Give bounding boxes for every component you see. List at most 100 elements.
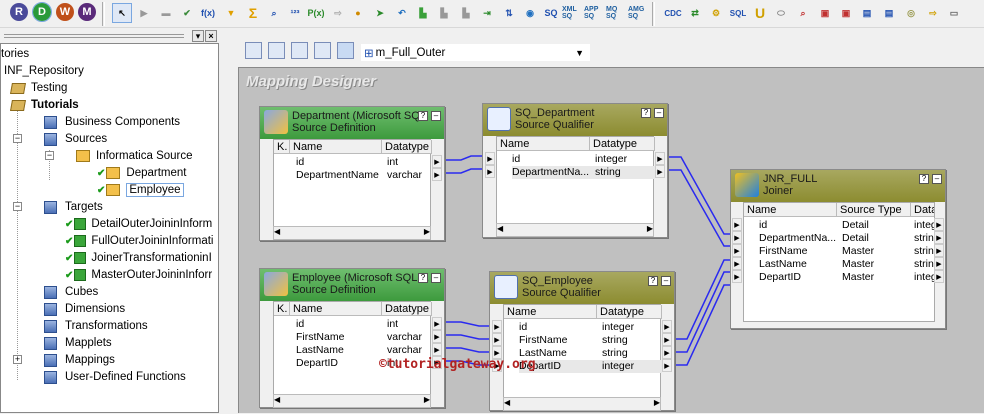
cdc-icon[interactable]: CDC xyxy=(663,3,683,23)
port-name[interactable]: id xyxy=(512,153,520,166)
router-icon[interactable]: ➤ xyxy=(370,3,390,23)
tree-item-department[interactable]: ✔ Department xyxy=(97,165,186,181)
port-name[interactable]: id xyxy=(296,156,304,169)
panel-menu-button[interactable]: ▾ xyxy=(192,30,204,42)
input-port-arrow[interactable]: ▶ xyxy=(485,165,495,178)
port-name[interactable]: DepartID xyxy=(296,357,338,370)
app-sq-icon[interactable]: APP SQ xyxy=(584,3,604,23)
output-port-arrow[interactable]: ▶ xyxy=(432,168,442,181)
tree-item-dimensions[interactable]: Dimensions xyxy=(44,301,125,317)
transaction-icon[interactable]: ● xyxy=(348,3,368,23)
port-name[interactable]: id xyxy=(759,219,767,232)
sorter-icon[interactable]: ▙ xyxy=(456,3,476,23)
filter-icon[interactable]: ▼ xyxy=(221,3,241,23)
target-designer-icon[interactable] xyxy=(268,42,285,59)
input-port-arrow[interactable]: ▶ xyxy=(492,333,502,346)
output-port-arrow[interactable]: ▶ xyxy=(432,155,442,168)
union-icon[interactable]: ◉ xyxy=(520,3,540,23)
collapse-sources-toggle[interactable]: − xyxy=(13,134,22,143)
workflow-monitor-button[interactable]: M xyxy=(78,3,96,21)
output-port-arrow[interactable]: ▶ xyxy=(432,330,442,343)
output-port-arrow[interactable]: ▶ xyxy=(662,333,672,346)
storage-icon[interactable]: ⬭ xyxy=(771,3,791,23)
input-port-arrow[interactable]: ▶ xyxy=(732,231,742,244)
department-source-definition[interactable]: Department (Microsoft SQ... Source Defini… xyxy=(259,106,445,241)
minimize-button[interactable]: – xyxy=(431,111,441,121)
minimize-button[interactable]: – xyxy=(932,174,942,184)
expand-mappings-toggle[interactable]: + xyxy=(13,355,22,364)
horizontal-scrollbar[interactable]: ◀ ▶ xyxy=(273,226,431,240)
output-port-arrow[interactable]: ▶ xyxy=(662,359,672,372)
mapplet-designer-icon[interactable] xyxy=(314,42,331,59)
minimize-button[interactable]: – xyxy=(431,273,441,283)
tree-item-transformations[interactable]: Transformations xyxy=(44,318,148,334)
window-icon[interactable]: ▭ xyxy=(944,3,964,23)
output-port-arrow[interactable]: ▶ xyxy=(432,317,442,330)
port-name[interactable]: id xyxy=(296,318,304,331)
output-port-arrow[interactable]: ▶ xyxy=(662,320,672,333)
sql-icon[interactable]: SQL xyxy=(728,3,748,23)
union-u-icon[interactable]: U xyxy=(750,3,770,23)
panel-grip[interactable] xyxy=(4,34,184,38)
input-port-arrow[interactable]: ▶ xyxy=(485,152,495,165)
tree-item-repositories[interactable]: tories xyxy=(1,46,29,62)
amg-sq-icon[interactable]: AMG SQ xyxy=(628,3,648,23)
chevron-down-icon[interactable]: ▼ xyxy=(575,48,584,58)
export-icon[interactable]: ⇨ xyxy=(923,3,943,23)
port-name[interactable]: FirstName xyxy=(296,331,344,344)
procedure-icon[interactable]: P(x) xyxy=(306,3,326,23)
output-port-arrow[interactable]: ▶ xyxy=(934,257,944,270)
tree-item-mappings[interactable]: Mappings xyxy=(44,352,115,368)
xml-sq-icon[interactable]: XML SQ xyxy=(562,3,582,23)
target-def-icon[interactable]: ▣ xyxy=(815,3,835,23)
source-analyzer-icon[interactable] xyxy=(245,42,262,59)
input-port-arrow[interactable]: ▶ xyxy=(732,244,742,257)
input-port-arrow[interactable]: ▶ xyxy=(732,270,742,283)
update-strategy-icon[interactable]: ↶ xyxy=(392,3,412,23)
input-port-arrow[interactable]: ▶ xyxy=(732,257,742,270)
port-name[interactable]: DepartID xyxy=(759,271,801,284)
joiner-tool-icon[interactable]: ⇥ xyxy=(477,3,497,23)
workflow-manager-button[interactable]: W xyxy=(56,3,74,21)
input-port-arrow[interactable]: ▶ xyxy=(492,320,502,333)
aggregator-icon[interactable]: Σ xyxy=(243,3,263,23)
jnr-full-joiner[interactable]: JNR_FULL Joiner ? – Name Source Type Data … xyxy=(730,169,946,329)
rank-icon[interactable]: ▙ xyxy=(413,3,433,23)
tree-item-target[interactable]: ✔ DetailOuterJoininInform xyxy=(65,216,212,232)
tree-item-inf-repository[interactable]: INF_Repository xyxy=(4,63,84,79)
copy-link-icon[interactable]: ▬ xyxy=(156,3,176,23)
tree-item-target[interactable]: ✔ FullOuterJoininInformati xyxy=(65,233,213,249)
port-name[interactable]: LastName xyxy=(296,344,344,357)
mapping-designer-icon[interactable] xyxy=(337,42,354,59)
help-button[interactable]: ? xyxy=(919,174,929,184)
tree-item-sources[interactable]: Sources xyxy=(44,131,107,147)
minimize-button[interactable]: – xyxy=(654,108,664,118)
sequence-icon[interactable]: ¹²³ xyxy=(285,3,305,23)
seal-icon[interactable]: ◎ xyxy=(901,3,921,23)
port-name[interactable]: DepartmentName xyxy=(296,169,379,182)
port-name[interactable]: LastName xyxy=(759,258,807,271)
output-port-arrow[interactable]: ▶ xyxy=(934,244,944,257)
pointer-tool-icon[interactable]: ↖ xyxy=(112,3,132,23)
target-link-icon[interactable]: ▣ xyxy=(836,3,856,23)
help-button[interactable]: ? xyxy=(418,273,428,283)
sq-department-source-qualifier[interactable]: SQ_Department Source Qualifier ? – Name Da… xyxy=(482,103,668,238)
mapping-select[interactable]: ⊞ m_Full_Outer ▼ xyxy=(361,44,590,61)
transformation-developer-icon[interactable] xyxy=(291,42,308,59)
tree-item-target[interactable]: ✔ MasterOuterJoininInforr xyxy=(65,267,212,283)
tree-item-cubes[interactable]: Cubes xyxy=(44,284,98,300)
help-button[interactable]: ? xyxy=(641,108,651,118)
source-qualifier-icon[interactable]: SQ xyxy=(541,3,561,23)
tree-item-mapplets[interactable]: Mapplets xyxy=(44,335,112,351)
selected-row[interactable]: DepartID integer xyxy=(519,360,662,373)
output-port-arrow[interactable]: ▶ xyxy=(655,152,665,165)
gear-icon[interactable]: ⚙ xyxy=(706,3,726,23)
tree-item-business-components[interactable]: Business Components xyxy=(44,114,180,130)
output-port-arrow[interactable]: ▶ xyxy=(934,270,944,283)
mapplet-input-icon[interactable]: ▤ xyxy=(857,3,877,23)
minimize-button[interactable]: – xyxy=(661,276,671,286)
mapplet-output-icon[interactable]: ▤ xyxy=(879,3,899,23)
output-port-arrow[interactable]: ▶ xyxy=(934,218,944,231)
lookup-target-icon[interactable]: ⌕ xyxy=(793,3,813,23)
output-port-arrow[interactable]: ▶ xyxy=(662,346,672,359)
